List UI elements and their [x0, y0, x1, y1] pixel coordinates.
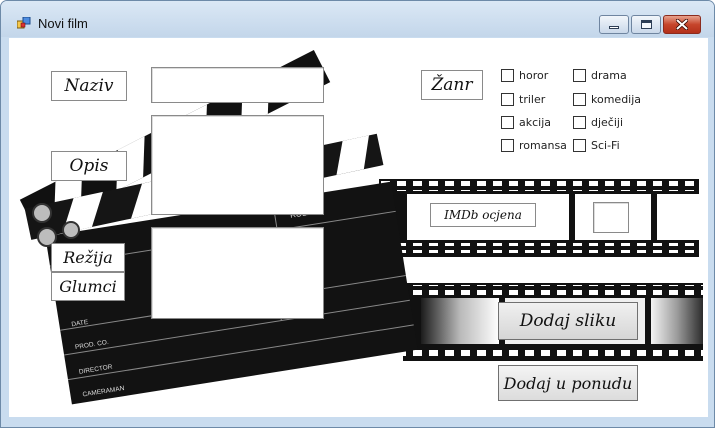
close-icon — [676, 19, 688, 30]
minimize-icon — [609, 26, 619, 29]
genre-label: akcija — [519, 116, 552, 129]
genre-label: Sci-Fi — [591, 139, 620, 152]
form-client-area: ROLL DATE PROD. CO. DIRECTOR CAMERAMAN N… — [9, 38, 708, 417]
naziv-label: Naziv — [51, 71, 127, 101]
zanr-label: Žanr — [421, 70, 483, 100]
checkbox-box[interactable] — [501, 139, 514, 152]
opis-label: Opis — [51, 151, 127, 181]
title-bar[interactable]: Novi film — [1, 1, 714, 37]
genre-checkbox-horor[interactable]: horor — [501, 69, 548, 82]
genre-label: dječiji — [591, 116, 624, 129]
genre-label: drama — [591, 69, 627, 82]
genre-checkbox-akcija[interactable]: akcija — [501, 116, 551, 129]
minimize-button[interactable] — [599, 15, 629, 34]
checkbox-box[interactable] — [573, 116, 586, 129]
genre-checkbox-triler[interactable]: triler — [501, 93, 545, 106]
genre-label: komedija — [591, 93, 642, 106]
genre-checkbox-scifi[interactable]: Sci-Fi — [573, 139, 620, 152]
maximize-icon — [640, 20, 652, 29]
naziv-input[interactable] — [151, 67, 324, 103]
opis-textarea[interactable] — [151, 115, 324, 215]
window-title: Novi film — [38, 16, 88, 31]
genre-label: triler — [519, 93, 546, 106]
checkbox-box[interactable] — [501, 93, 514, 106]
rezija-label: Režija — [51, 243, 125, 272]
add-to-offer-button[interactable]: Dodaj u ponudu — [498, 365, 638, 401]
film-strip-top — [379, 179, 699, 257]
imdb-input[interactable] — [593, 202, 629, 233]
checkbox-box[interactable] — [573, 69, 586, 82]
genre-checkbox-djeciji[interactable]: dječiji — [573, 116, 623, 129]
app-window: Novi film DATE PROD. CO. DIRECTOR CAMERA… — [0, 0, 715, 428]
close-button[interactable] — [663, 15, 701, 34]
genre-checkbox-komedija[interactable]: komedija — [573, 93, 641, 106]
checkbox-box[interactable] — [573, 139, 586, 152]
checkbox-box[interactable] — [501, 116, 514, 129]
genre-label: romansa — [519, 139, 567, 152]
checkbox-box[interactable] — [501, 69, 514, 82]
glumci-label: Glumci — [51, 272, 125, 301]
genre-checkbox-romansa[interactable]: romansa — [501, 139, 567, 152]
checkbox-box[interactable] — [573, 93, 586, 106]
imdb-label: IMDb ocjena — [430, 203, 536, 227]
glumci-textarea[interactable] — [151, 227, 324, 319]
genre-checkbox-drama[interactable]: drama — [573, 69, 627, 82]
add-image-button[interactable]: Dodaj sliku — [498, 302, 638, 340]
app-window-icon — [17, 17, 31, 29]
genre-label: horor — [519, 69, 549, 82]
maximize-button[interactable] — [631, 15, 661, 34]
